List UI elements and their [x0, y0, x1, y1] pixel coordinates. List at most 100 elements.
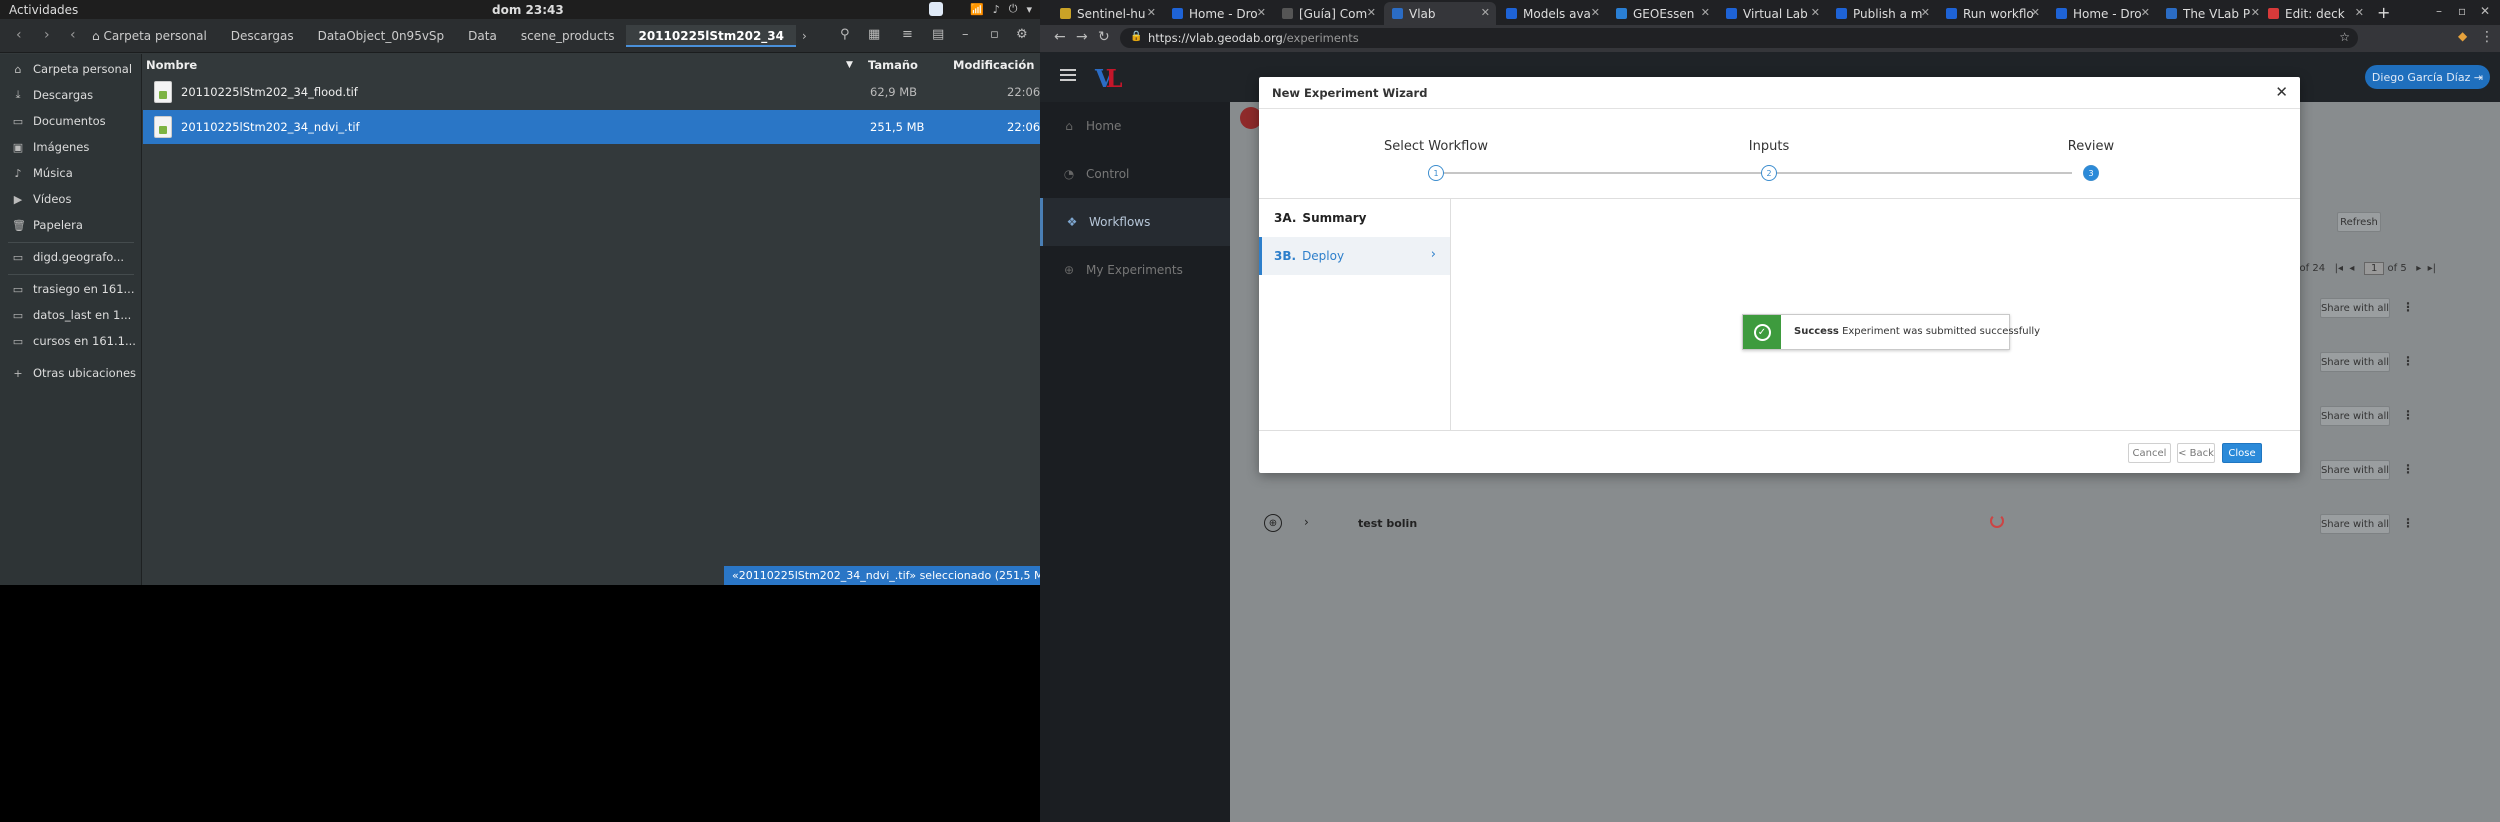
close-icon[interactable]: ✕	[2355, 6, 2364, 19]
app-indicator-icon[interactable]	[929, 2, 944, 16]
close-icon[interactable]: ✕	[1367, 6, 1376, 19]
sidebar-item-downloads[interactable]: ⤓ Descargas	[0, 84, 142, 106]
sidebar-item-network-1[interactable]: ▭ digd.geografo...	[0, 246, 142, 268]
column-header-name[interactable]: Nombre	[146, 54, 197, 76]
kebab-menu-icon[interactable]: ⋮	[2402, 408, 2414, 422]
share-button[interactable]: Share with all	[2320, 460, 2390, 480]
step-dot-1[interactable]: 1	[1428, 165, 1444, 181]
nav-workflows[interactable]: ❖ Workflows	[1040, 198, 1230, 246]
minimize-icon[interactable]: –	[962, 27, 969, 42]
back-arrow-icon[interactable]: ‹	[16, 27, 22, 43]
drive-icon[interactable]: ▤	[932, 27, 944, 42]
sidebar-item-network-4[interactable]: ▭ cursos en 161.1...	[0, 330, 142, 352]
close-icon[interactable]: ✕	[2141, 6, 2150, 19]
more-menu-icon[interactable]: ⋮	[2480, 29, 2494, 45]
tab-run-workflow[interactable]: Run workflo ✕	[1938, 2, 2046, 25]
close-icon[interactable]: ✕	[1591, 6, 1600, 19]
nav-my-experiments[interactable]: ⊕ My Experiments	[1040, 246, 1230, 294]
close-icon[interactable]: ✕	[1701, 6, 1710, 19]
address-bar[interactable]: 🔒 https://vlab.geodab.org/experiments ☆	[1120, 28, 2358, 48]
close-icon[interactable]: ✕	[1481, 6, 1490, 19]
close-icon[interactable]: ✕	[1811, 6, 1820, 19]
grid-view-icon[interactable]: ▦	[868, 27, 880, 42]
tab-vlab[interactable]: Vlab ✕	[1384, 2, 1496, 25]
back-button[interactable]: < Back	[2177, 443, 2215, 463]
settings-icon[interactable]: ⚙	[1016, 27, 1028, 42]
user-menu-button[interactable]: Diego García Díaz ⇥	[2365, 65, 2490, 89]
tab-home-dropbox-1[interactable]: Home - Dro ✕	[1164, 2, 1272, 25]
volume-icon[interactable]: ♪	[993, 3, 1000, 16]
close-icon[interactable]: ✕	[1921, 6, 1930, 19]
tab-edit-deck[interactable]: Edit: deck ✕	[2260, 2, 2370, 25]
maximize-icon[interactable]: ▫	[2458, 4, 2466, 18]
substep-summary[interactable]: 3A. Summary	[1259, 199, 1450, 237]
chevron-down-icon[interactable]: ▾	[1026, 3, 1032, 16]
page-input[interactable]: 1	[2363, 262, 2385, 275]
breadcrumb-data[interactable]: Data	[456, 25, 509, 47]
close-icon[interactable]: ✕	[2251, 6, 2260, 19]
close-icon[interactable]: ✕	[2275, 83, 2288, 101]
first-page-icon[interactable]: |◂	[2335, 263, 2343, 274]
menu-icon[interactable]: ≡	[902, 27, 913, 42]
close-icon[interactable]: ✕	[1257, 6, 1266, 19]
tab-vlab-portal[interactable]: The VLab P ✕	[2158, 2, 2266, 25]
hamburger-menu-icon[interactable]	[1060, 69, 1076, 81]
network-icon[interactable]: 📶	[970, 3, 984, 16]
kebab-menu-icon[interactable]: ⋮	[2402, 516, 2414, 530]
activities-button[interactable]: Actividades	[9, 3, 78, 17]
breadcrumb-current-folder[interactable]: 20110225lStm202_34	[626, 25, 797, 47]
last-page-icon[interactable]: ▸|	[2428, 263, 2436, 274]
share-button[interactable]: Share with all	[2320, 352, 2390, 372]
prev-page-icon[interactable]: ◂	[2349, 263, 2354, 274]
maximize-icon[interactable]: ▫	[990, 27, 999, 42]
column-header-modified[interactable]: Modificación	[953, 54, 1034, 76]
nav-control[interactable]: ◔ Control	[1040, 150, 1230, 198]
sidebar-item-network-2[interactable]: ▭ trasiego en 161...	[0, 278, 142, 300]
nav-home[interactable]: ⌂ Home	[1040, 102, 1230, 150]
tab-publish[interactable]: Publish a m ✕	[1828, 2, 1936, 25]
file-row[interactable]: 20110225lStm202_34_flood.tif 62,9 MB 22:…	[143, 75, 1040, 109]
extension-icon[interactable]: ◆	[2458, 29, 2467, 43]
sort-arrow-icon[interactable]: ▼	[846, 54, 853, 76]
kebab-menu-icon[interactable]: ⋮	[2402, 300, 2414, 314]
close-button[interactable]: Close	[2222, 443, 2262, 463]
expand-chevron-icon[interactable]: ›	[1304, 515, 1309, 529]
power-icon[interactable]: ⏻	[1009, 2, 1018, 16]
minimize-icon[interactable]: –	[2436, 4, 2442, 18]
file-row-selected[interactable]: 20110225lStm202_34_ndvi_.tif 251,5 MB 22…	[143, 110, 1040, 144]
kebab-menu-icon[interactable]: ⋮	[2402, 462, 2414, 476]
close-icon[interactable]: ✕	[2031, 6, 2040, 19]
kebab-menu-icon[interactable]: ⋮	[2402, 354, 2414, 368]
sidebar-item-documents[interactable]: ▭ Documentos	[0, 110, 142, 132]
tab-geoessential[interactable]: GEOEssen ✕	[1608, 2, 1716, 25]
breadcrumb-scene-products[interactable]: scene_products	[509, 25, 627, 47]
tab-models[interactable]: Models ava ✕	[1498, 2, 1606, 25]
sidebar-item-images[interactable]: ▣ Imágenes	[0, 136, 142, 158]
forward-arrow-icon[interactable]: ›	[44, 27, 50, 43]
chevron-right-icon[interactable]: ›	[796, 25, 813, 47]
sidebar-item-network-3[interactable]: ▭ datos_last en 1...	[0, 304, 142, 326]
breadcrumb-home[interactable]: ⌂ Carpeta personal	[80, 25, 219, 47]
share-button[interactable]: Share with all	[2320, 298, 2390, 318]
tab-home-dropbox-2[interactable]: Home - Dro ✕	[2048, 2, 2156, 25]
sidebar-item-home[interactable]: ⌂ Carpeta personal	[0, 58, 142, 80]
clock[interactable]: dom 23:43	[492, 3, 564, 17]
cancel-button[interactable]: Cancel	[2128, 443, 2171, 463]
step-dot-3[interactable]: 3	[2083, 165, 2099, 181]
sidebar-item-videos[interactable]: ▶ Vídeos	[0, 188, 142, 210]
search-icon[interactable]: ⚲	[840, 27, 850, 42]
breadcrumb-dataobject[interactable]: DataObject_0n95vSp	[306, 25, 457, 47]
reload-icon[interactable]: ↻	[1098, 29, 1110, 45]
column-header-size[interactable]: Tamaño	[868, 54, 918, 76]
substep-deploy[interactable]: 3B. Deploy ›	[1259, 237, 1450, 275]
close-window-icon[interactable]: ✕	[2480, 4, 2490, 18]
vlab-logo[interactable]: VL	[1095, 64, 1123, 93]
bookmark-star-icon[interactable]: ☆	[2339, 30, 2350, 44]
chevron-left-icon[interactable]: ‹	[70, 27, 76, 43]
tab-virtual-lab[interactable]: Virtual Lab ✕	[1718, 2, 1826, 25]
refresh-button[interactable]: Refresh	[2337, 212, 2381, 232]
next-page-icon[interactable]: ▸	[2416, 263, 2421, 274]
tab-sentinel[interactable]: Sentinel-hu ✕	[1052, 2, 1162, 25]
forward-arrow-icon[interactable]: →	[1076, 29, 1088, 45]
share-button[interactable]: Share with all	[2320, 514, 2390, 534]
